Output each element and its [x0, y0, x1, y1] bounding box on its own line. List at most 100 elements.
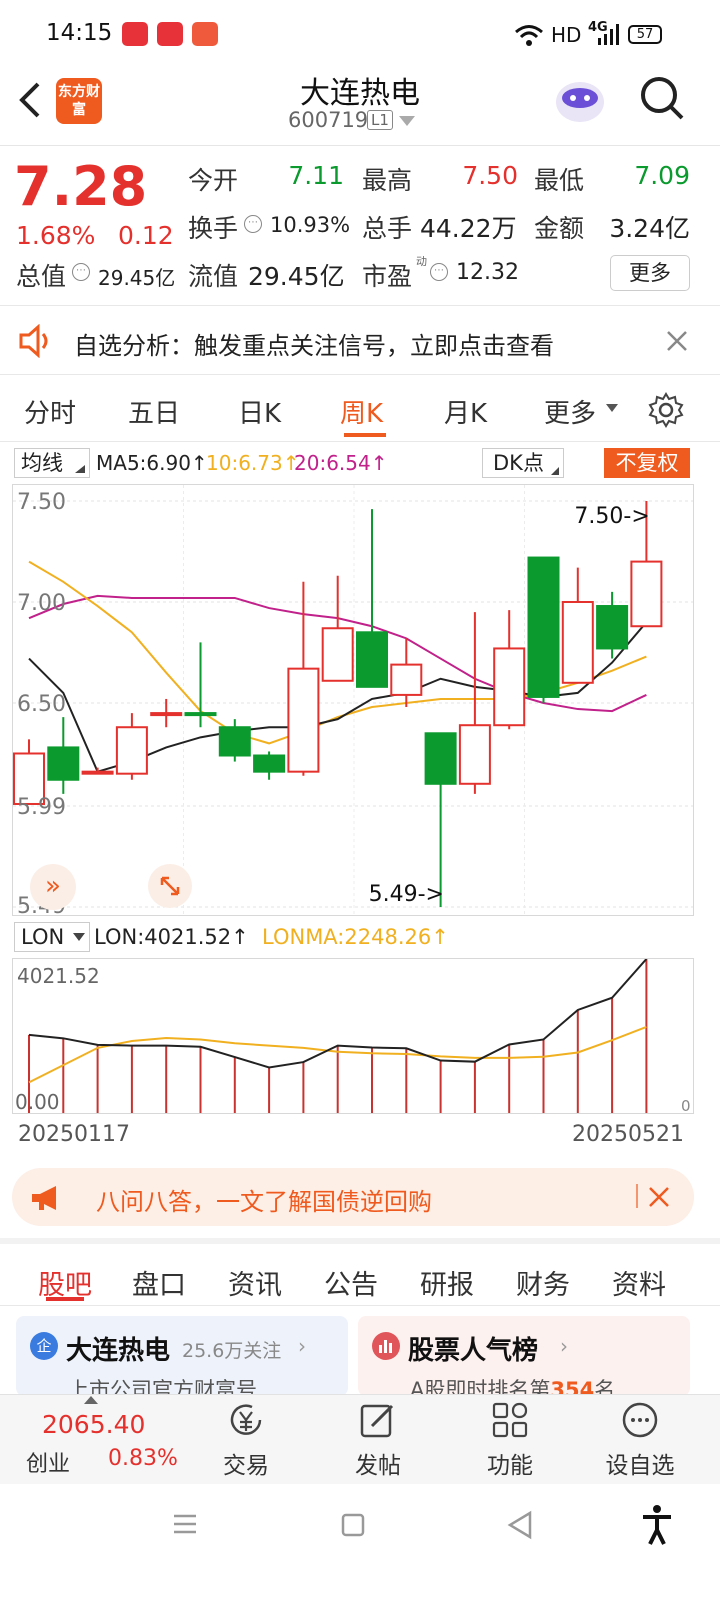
- status-bar: 14:15 HD 4G 57: [0, 0, 720, 70]
- lon-min-tick: 0.00: [15, 1090, 60, 1114]
- tab-intraday[interactable]: 分时: [24, 393, 76, 430]
- high-label: 最高: [362, 166, 413, 195]
- y-tick-label: 5.99: [17, 795, 66, 820]
- lon-indicator-chart[interactable]: 4021.52 0.00 0: [12, 958, 694, 1114]
- mktcap-value: 29.45亿: [98, 266, 176, 290]
- date-end: 20250521: [572, 1122, 684, 1147]
- low-value: 7.09: [634, 161, 690, 190]
- app-notification-icon: [122, 22, 148, 46]
- dk-point-button[interactable]: DK点: [482, 448, 564, 478]
- popularity-card[interactable]: 股票人气榜 › A股即时排名第354名: [358, 1316, 690, 1396]
- ma10-legend: 10:6.73↑: [206, 451, 300, 475]
- candle-up: [115, 726, 148, 775]
- battery-level: 57: [636, 27, 654, 42]
- active-tab-indicator: [344, 433, 386, 437]
- chevron-up-icon: [84, 1396, 98, 1404]
- tab-finance[interactable]: 财务: [516, 1263, 570, 1302]
- date-start: 20250117: [18, 1122, 130, 1147]
- ad-banner[interactable]: 八问八答，一文了解国债逆回购: [12, 1168, 694, 1226]
- candle-up: [287, 667, 320, 773]
- adjust-button[interactable]: 不复权: [604, 448, 690, 478]
- tab-pankou[interactable]: 盘口: [132, 1263, 186, 1302]
- candle-up: [390, 663, 423, 696]
- turnover-label: 换手: [188, 214, 239, 243]
- info-icon[interactable]: ⋯: [72, 263, 90, 281]
- index-value[interactable]: 2065.40: [42, 1410, 145, 1439]
- candle-up: [321, 627, 354, 682]
- close-icon[interactable]: [648, 1186, 670, 1208]
- company-card[interactable]: 企 大连热电 25.6万关注 › 上市公司官方财富号: [16, 1316, 348, 1396]
- add-watchlist-button[interactable]: 设自选: [590, 1400, 690, 1480]
- tab-profile[interactable]: 资料: [612, 1263, 666, 1302]
- tab-announcements[interactable]: 公告: [324, 1263, 378, 1302]
- index-name[interactable]: 创业: [26, 1446, 70, 1478]
- tab-daily-k[interactable]: 日K: [238, 393, 281, 430]
- more-circle-icon: [622, 1402, 658, 1438]
- expand-right-icon[interactable]: »: [30, 864, 76, 910]
- info-icon[interactable]: ⋯: [244, 215, 262, 233]
- tab-five-day[interactable]: 五日: [128, 393, 180, 430]
- popularity-card-subtitle: A股即时排名第354名: [410, 1374, 615, 1396]
- volume-label: 总手: [362, 214, 413, 243]
- tab-more[interactable]: 更多: [544, 393, 596, 430]
- y-axis-ticks: 7.507.006.505.995.49: [17, 490, 66, 915]
- home-icon[interactable]: [340, 1512, 366, 1538]
- stock-code: 600719: [288, 108, 369, 132]
- trade-button[interactable]: 交易: [196, 1400, 296, 1480]
- ma20-legend: 20:6.54↑: [294, 451, 388, 475]
- y-tick-label: 6.50: [17, 692, 66, 717]
- chart-grid: [13, 485, 693, 915]
- post-button[interactable]: 发帖: [328, 1400, 428, 1480]
- accessibility-icon[interactable]: [640, 1504, 674, 1546]
- tab-monthly-k[interactable]: 月K: [444, 393, 487, 430]
- high-value: 7.50: [462, 161, 518, 190]
- dropdown-icon: [75, 465, 85, 473]
- info-icon[interactable]: ⋯: [430, 263, 448, 281]
- dropdown-icon[interactable]: [399, 116, 415, 126]
- search-icon[interactable]: [638, 74, 686, 124]
- edit-icon: [360, 1404, 394, 1438]
- notice-bar[interactable]: 自选分析：触发重点关注信号，立即点击查看: [0, 305, 720, 375]
- chevron-down-icon: [73, 933, 85, 941]
- status-time: 14:15: [46, 20, 113, 46]
- tab-weekly-k[interactable]: 周K: [340, 393, 383, 430]
- candles: [13, 501, 663, 907]
- tab-research[interactable]: 研报: [420, 1263, 474, 1302]
- fullscreen-icon[interactable]: [148, 864, 192, 908]
- back-nav-icon[interactable]: [506, 1510, 534, 1540]
- high-price-label: 7.50->: [574, 504, 649, 529]
- level-badge: L1: [367, 110, 393, 130]
- app-notification-icon: [157, 22, 183, 46]
- pe-label: 市盈: [362, 262, 413, 291]
- page-title: 大连热电: [300, 76, 420, 111]
- y-tick-label: 7.50: [17, 490, 66, 515]
- candle-down: [356, 631, 388, 688]
- low-label: 最低: [534, 166, 585, 195]
- lon-bars: [28, 959, 648, 1113]
- more-button[interactable]: 更多: [610, 255, 690, 291]
- quote-panel: 7.28 1.68% 0.12 今开 7.11 最高 7.50 最低 7.09 …: [0, 147, 720, 305]
- ma5-legend: MA5:6.90↑: [96, 451, 208, 475]
- lon-right-zero: 0: [681, 1097, 691, 1114]
- chevron-down-icon: [606, 404, 618, 412]
- close-icon[interactable]: [666, 330, 688, 352]
- functions-button[interactable]: 功能: [460, 1400, 560, 1480]
- grid-icon: [492, 1402, 528, 1438]
- indicator-select[interactable]: 均线: [14, 448, 90, 478]
- add-watchlist-label: 设自选: [605, 1453, 675, 1479]
- gear-icon[interactable]: [648, 392, 684, 428]
- tab-news[interactable]: 资讯: [228, 1263, 282, 1302]
- ad-divider: [636, 1184, 638, 1208]
- candle-down: [424, 732, 457, 785]
- post-label: 发帖: [355, 1453, 401, 1479]
- low-price-label: 5.49->: [369, 882, 444, 907]
- candle-down: [218, 726, 251, 757]
- float-value: 29.45亿: [248, 262, 345, 291]
- lon-label: LON: [21, 925, 65, 949]
- float-label: 流值: [188, 262, 239, 291]
- candlestick-chart[interactable]: 7.507.006.505.995.49 7.50-> 5.49->: [12, 484, 694, 916]
- menu-icon[interactable]: [172, 1512, 198, 1536]
- assistant-robot-icon[interactable]: [552, 72, 608, 128]
- lon-indicator-select[interactable]: LON: [14, 922, 90, 952]
- pe-value: 12.32: [456, 260, 519, 285]
